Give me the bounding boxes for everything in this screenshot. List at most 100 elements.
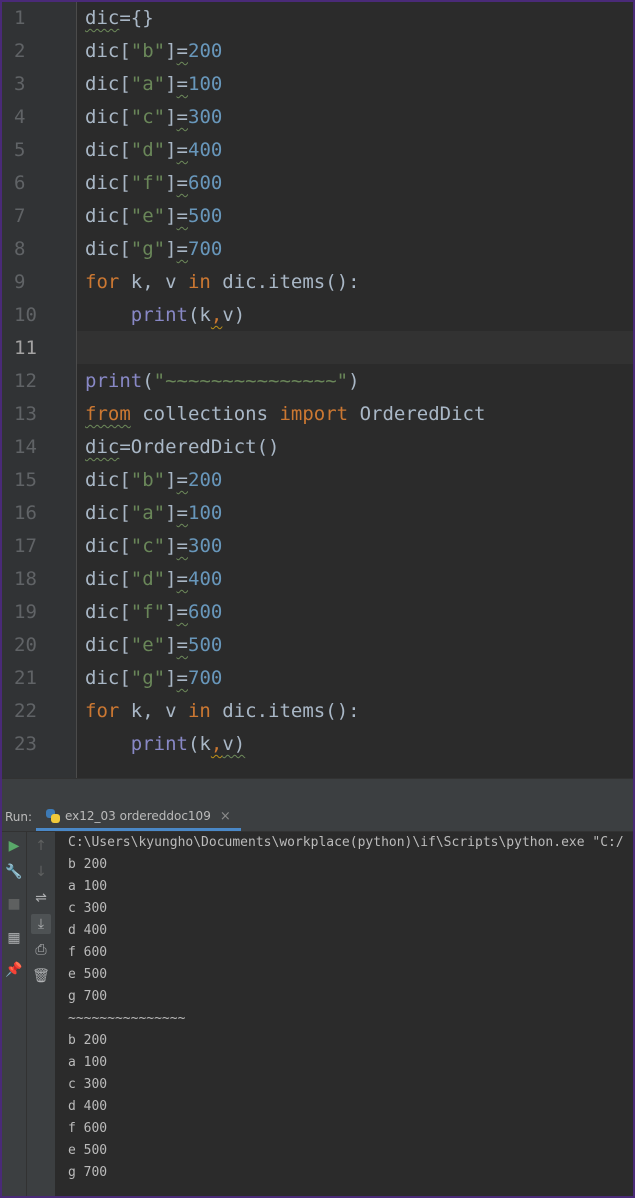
run-toolwindow-header: Run: ex12_03 ordereddoc109 × (2, 804, 633, 832)
code-token: dic[ (85, 40, 131, 62)
code-token: v) (222, 304, 246, 326)
code-token: dic[ (85, 106, 131, 128)
console-line: a 100 (68, 879, 108, 894)
code-token: dic (85, 7, 120, 29)
code-token: ] (165, 106, 177, 128)
code-token: ] (165, 634, 177, 656)
string-literal: "b" (130, 469, 166, 491)
panel-divider[interactable] (2, 778, 633, 804)
string-literal: "c" (130, 535, 166, 557)
run-toolbar-secondary: ↑ ↓ ⇌ ⤓ ⎙ 🗑 (27, 832, 56, 1196)
code-token: = (176, 667, 188, 689)
code-line[interactable]: dic["a"]=100 (85, 497, 222, 530)
console-line: d 400 (68, 1099, 108, 1114)
console-line: a 100 (68, 1055, 108, 1070)
line-number: 19 (14, 601, 37, 623)
code-line[interactable]: dic=OrderedDict() (85, 431, 279, 464)
console-line: g 700 (68, 1165, 108, 1180)
code-token: ) (348, 370, 360, 392)
stop-icon[interactable]: ■ (4, 894, 24, 914)
keyword: in (187, 271, 211, 293)
code-line[interactable]: dic["c"]=300 (85, 530, 222, 563)
trash-icon[interactable]: 🗑 (31, 966, 51, 986)
wrench-icon[interactable]: 🔧 (4, 862, 24, 882)
scroll-to-end-icon[interactable]: ⤓ (31, 914, 51, 934)
run-console-output[interactable]: C:\Users\kyungho\Documents\workplace(pyt… (56, 832, 633, 1196)
code-token: = (176, 40, 188, 62)
string-literal: "c" (130, 106, 166, 128)
code-token: dic[ (85, 535, 131, 557)
run-tab-label: ex12_03 ordereddoc109 (65, 809, 211, 823)
layout-icon[interactable]: ▦ (4, 928, 24, 948)
number-literal: 600 (188, 601, 223, 623)
code-token: ] (165, 139, 177, 161)
code-line[interactable]: dic["a"]=100 (85, 68, 222, 101)
line-number: 18 (14, 568, 37, 590)
code-token: ( (142, 370, 154, 392)
code-token: , (210, 304, 223, 326)
code-line[interactable]: for k, v in dic.items(): (85, 695, 360, 728)
console-line: e 500 (68, 967, 108, 982)
python-icon (46, 809, 60, 823)
code-token: = (176, 139, 188, 161)
code-line[interactable]: from collections import OrderedDict (85, 398, 485, 431)
code-editor[interactable]: 1 2 3 4 5 6 7 8 9 10 11 12 13 14 15 16 1… (2, 2, 633, 778)
code-line[interactable]: dic["b"]=200 (85, 35, 222, 68)
code-line[interactable]: for k, v in dic.items(): (85, 266, 360, 299)
code-token: ] (165, 469, 177, 491)
code-line[interactable]: dic["f"]=600 (85, 596, 222, 629)
code-token: ] (165, 667, 177, 689)
run-label: Run: (5, 810, 33, 824)
code-line[interactable]: dic["e"]=500 (85, 200, 222, 233)
line-number: 4 (14, 106, 26, 128)
code-line[interactable]: print(k,v) (85, 728, 245, 761)
line-number: 12 (14, 370, 37, 392)
code-line[interactable]: print("~~~~~~~~~~~~~~~") (85, 365, 360, 398)
number-literal: 200 (188, 40, 223, 62)
keyword: from (85, 403, 131, 425)
run-config-tab[interactable]: ex12_03 ordereddoc109 × (36, 804, 241, 831)
code-line[interactable]: dic={} (85, 2, 154, 35)
up-arrow-icon[interactable]: ↑ (31, 836, 51, 856)
code-line[interactable]: dic["g"]=700 (85, 233, 222, 266)
code-token: ] (165, 73, 177, 95)
code-line[interactable]: dic["e"]=500 (85, 629, 222, 662)
code-line[interactable]: dic["f"]=600 (85, 167, 222, 200)
number-literal: 200 (188, 469, 223, 491)
code-token: = (176, 172, 188, 194)
code-token: , (210, 733, 223, 755)
code-token: collections (130, 403, 280, 425)
code-token: dic (85, 436, 120, 458)
code-line[interactable]: dic["d"]=400 (85, 563, 222, 596)
code-token: = (176, 238, 188, 260)
line-number: 14 (14, 436, 37, 458)
code-line[interactable]: print(k,v) (85, 299, 245, 332)
string-literal: "a" (130, 73, 166, 95)
number-literal: 300 (188, 106, 223, 128)
code-token: ={} (119, 7, 154, 29)
code-line[interactable]: dic["b"]=200 (85, 464, 222, 497)
code-token: = (176, 469, 188, 491)
code-token: k, v (119, 700, 188, 722)
code-token: (k (187, 733, 211, 755)
rerun-icon[interactable]: ▶ (4, 836, 24, 856)
number-literal: 400 (188, 568, 223, 590)
down-arrow-icon[interactable]: ↓ (31, 862, 51, 882)
pin-icon[interactable]: 📌 (4, 960, 24, 980)
soft-wrap-icon[interactable]: ⇌ (31, 888, 51, 908)
code-line[interactable]: dic["d"]=400 (85, 134, 222, 167)
code-token: = (176, 535, 188, 557)
console-line: f 600 (68, 945, 108, 960)
builtin-function: print (130, 733, 188, 755)
close-tab-icon[interactable]: × (220, 809, 231, 824)
code-token: OrderedDict (348, 403, 486, 425)
number-literal: 700 (188, 667, 223, 689)
code-token: dic[ (85, 469, 131, 491)
print-icon[interactable]: ⎙ (31, 940, 51, 960)
number-literal: 100 (188, 502, 223, 524)
number-literal: 500 (188, 205, 223, 227)
code-line[interactable]: dic["c"]=300 (85, 101, 222, 134)
code-line[interactable]: dic["g"]=700 (85, 662, 222, 695)
line-number: 6 (14, 172, 26, 194)
